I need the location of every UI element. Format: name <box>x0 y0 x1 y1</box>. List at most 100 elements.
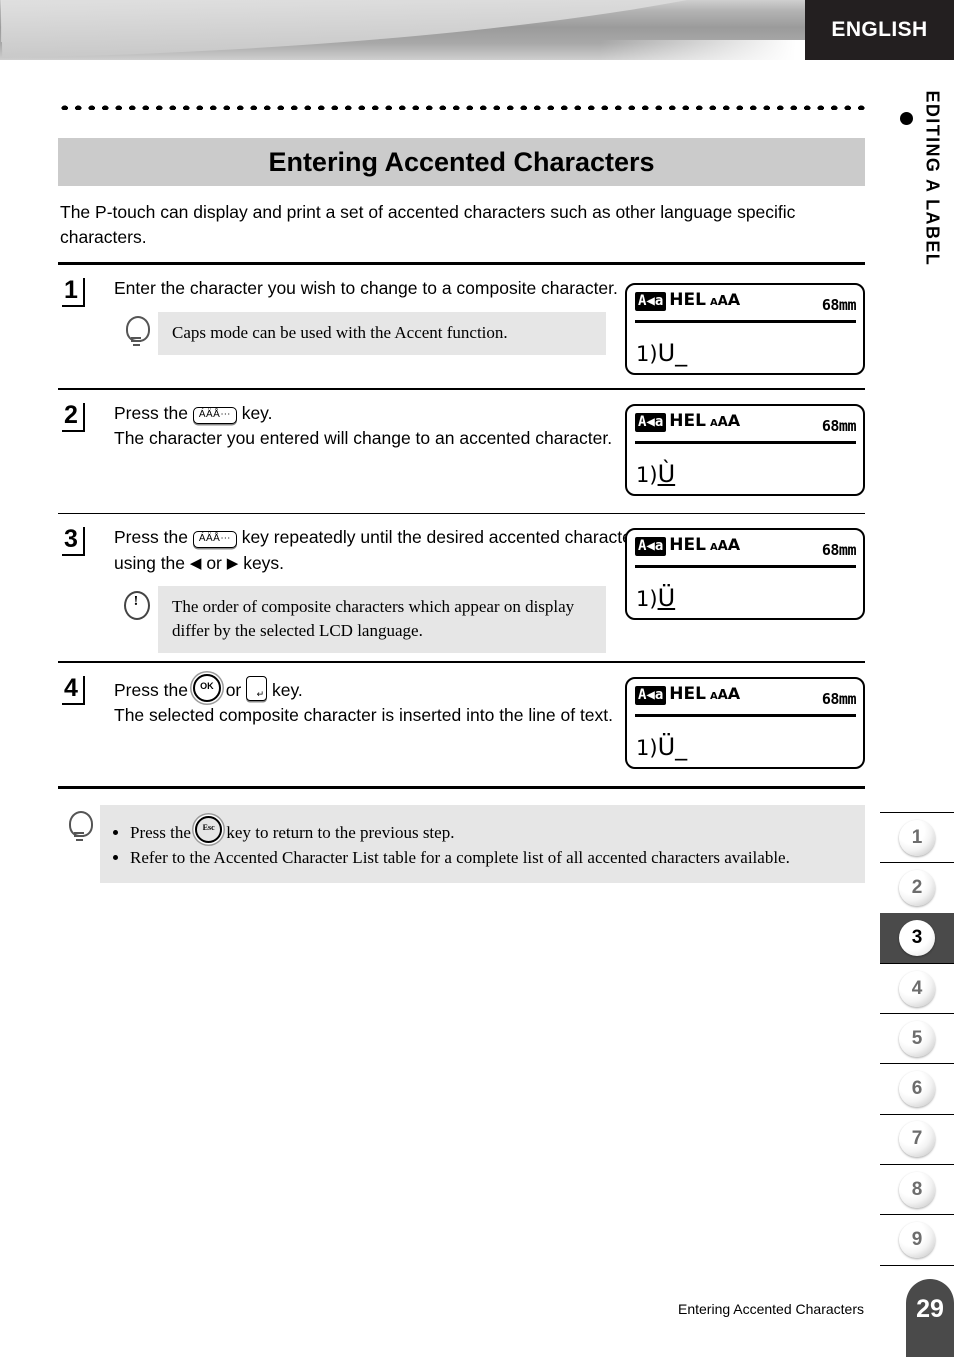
lcd-character: Ù <box>657 459 676 488</box>
lcd-status-bar: A◀a HEL AAA 68mm <box>635 683 857 717</box>
esc-key-icon: Esc <box>195 815 223 843</box>
step-text-part3: The character you entered will change to… <box>114 428 613 448</box>
rail-circle: 6 <box>899 1071 935 1108</box>
section-intro: The P-touch can display and print a set … <box>60 202 796 247</box>
lcd-text-line: 1)U_ <box>636 340 687 367</box>
step-text-part1: Press the <box>114 527 188 547</box>
banner-fade <box>600 40 830 60</box>
step-number: 1 <box>62 278 85 307</box>
rail-circle: 9 <box>899 1222 935 1259</box>
caps-indicator: A◀a <box>635 292 667 311</box>
step-text-part2: key. <box>241 402 273 423</box>
step-number: 2 <box>62 402 85 432</box>
dotted-divider <box>58 100 865 110</box>
chapter-number-rail: 1 2 3 4 5 6 7 8 9 <box>880 812 954 1266</box>
lcd-display-step-3: A◀a HEL AAA 68mm 1)Ü <box>625 528 865 620</box>
rail-circle: 8 <box>899 1171 935 1208</box>
line-marker: 1) <box>636 462 658 487</box>
line-marker: 1) <box>636 735 658 760</box>
step-number-wrap: 2 <box>62 401 100 505</box>
or-word: or <box>225 679 242 700</box>
tip-bullet-1-part1: Press the <box>130 822 191 842</box>
lcd-character: U <box>657 339 676 367</box>
language-tab: ENGLISH <box>805 0 954 60</box>
rail-item-5[interactable]: 5 <box>880 1013 954 1063</box>
lcd-cursor: _ <box>675 339 688 367</box>
warning-note-text: The order of composite characters which … <box>158 586 606 653</box>
section-title-bar: Entering Accented Characters <box>58 138 865 186</box>
bottom-tip-box: Press the Esc key to return to the previ… <box>100 804 865 883</box>
page-footer: Entering Accented Characters 29 <box>594 1271 954 1357</box>
font-name: HEL <box>669 290 706 310</box>
steps-bottom-rule <box>58 785 865 789</box>
lcd-text-line: 1)Ü <box>636 585 675 612</box>
rail-item-9[interactable]: 9 <box>880 1214 954 1266</box>
caps-indicator: A◀a <box>635 685 667 705</box>
line-marker: 1) <box>636 342 658 366</box>
step-4: 4 Press the OK or ↵ key. The selected co… <box>58 663 865 786</box>
rail-item-1[interactable]: 1 <box>880 812 954 862</box>
size-indicator-icon: AAA <box>709 683 741 703</box>
font-name: HEL <box>669 535 706 555</box>
accent-key-icon: ÁÄÅ⋯ <box>192 531 237 548</box>
label-length: 68mm <box>821 689 857 708</box>
step-number: 3 <box>62 527 85 556</box>
main-content: Entering Accented Characters The P-touch… <box>58 100 865 883</box>
top-banner: ENGLISH <box>0 0 954 60</box>
label-length: 68mm <box>821 541 857 559</box>
lcd-text-line: 1)Ù <box>636 461 675 488</box>
lcd-character: Ü <box>657 584 676 612</box>
bullet-dot-icon <box>900 112 913 125</box>
step-text-part1: Press the <box>114 402 188 423</box>
tip-bullet-1-part2: key to return to the previous step. <box>226 822 455 842</box>
language-tab-label: ENGLISH <box>831 18 928 41</box>
lcd-status-bar: A◀a HEL AAA 68mm <box>635 535 857 568</box>
font-name: HEL <box>669 410 706 431</box>
lcd-status-bar: A◀a HEL AAA 68mm <box>635 290 857 323</box>
ok-key-label: OK <box>200 680 214 691</box>
rail-circle: 7 <box>899 1121 935 1158</box>
rail-item-6[interactable]: 6 <box>880 1063 954 1113</box>
footer-title: Entering Accented Characters <box>678 1301 864 1317</box>
lcd-cursor: _ <box>675 732 688 761</box>
step-number: 4 <box>62 675 85 705</box>
size-indicator-icon: AAA <box>709 535 741 554</box>
tip-note-text: Caps mode can be used with the Accent fu… <box>158 311 606 355</box>
page-title: Entering Accented Characters <box>268 146 655 177</box>
step-1: 1 Enter the character you wish to change… <box>58 265 865 388</box>
step-3: 3 Press the ÁÄÅ⋯ key repeatedly until th… <box>58 514 865 661</box>
rail-item-8[interactable]: 8 <box>880 1164 954 1214</box>
step-number-wrap: 4 <box>62 674 100 778</box>
label-length: 68mm <box>821 416 857 435</box>
chapter-rail: EDITING A LABEL <box>888 91 943 438</box>
lcd-display-step-2: A◀a HEL AAA 68mm 1)Ù <box>625 403 865 496</box>
arrow-right-icon: ▶ <box>226 554 239 572</box>
rail-item-4[interactable]: 4 <box>880 962 954 1013</box>
step-text-part2: key. <box>272 679 303 700</box>
lightbulb-icon <box>58 805 100 841</box>
step-number-wrap: 3 <box>62 525 100 653</box>
tip-bullet-2: Refer to the Accented Character List tab… <box>130 846 851 870</box>
size-indicator-icon: AAA <box>709 290 741 309</box>
step-text-part3: The selected composite character is inse… <box>114 705 614 725</box>
rail-item-7[interactable]: 7 <box>880 1113 954 1164</box>
label-length: 68mm <box>821 296 857 314</box>
rail-item-2[interactable]: 2 <box>880 862 954 912</box>
step-2: 2 Press the ÁÄÅ⋯ key. The character you … <box>58 390 865 513</box>
rail-circle: 3 <box>899 920 935 957</box>
ok-key-icon: OK <box>192 673 221 702</box>
accent-key-icon: ÁÄÅ⋯ <box>192 406 237 424</box>
line-marker: 1) <box>636 587 658 611</box>
lightbulb-icon <box>114 312 158 346</box>
or-word: or <box>206 552 222 573</box>
lcd-status-bar: A◀a HEL AAA 68mm <box>635 410 857 444</box>
rail-item-3[interactable]: 3 <box>880 912 954 963</box>
step-text-part1: Press the <box>114 679 188 700</box>
step-text-part3: keys. <box>243 552 285 573</box>
page-number-tab: 29 <box>906 1279 954 1357</box>
bottom-tip-note: Press the Esc key to return to the previ… <box>58 804 865 883</box>
caps-indicator: A◀a <box>635 537 667 556</box>
step-number-wrap: 1 <box>62 276 100 380</box>
lcd-text-line: 1)Ü_ <box>636 734 687 761</box>
esc-key-label: Esc <box>202 822 215 832</box>
